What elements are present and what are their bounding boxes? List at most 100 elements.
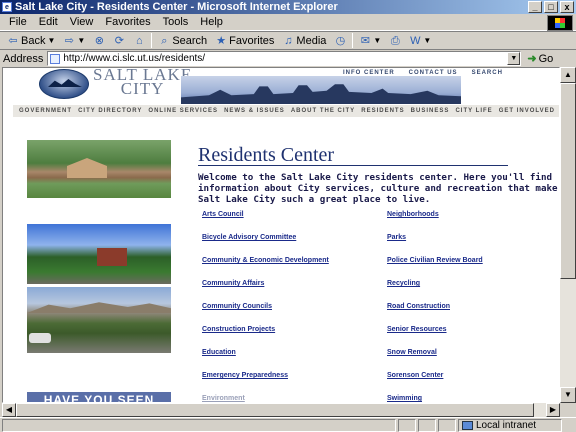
status-panel (398, 418, 416, 432)
logo-line2: CITY (120, 79, 165, 98)
link-education[interactable]: Education (202, 349, 329, 372)
print-button[interactable]: ⎙ (385, 35, 405, 47)
go-button[interactable]: ➜ Go (527, 52, 554, 66)
menu-help[interactable]: Help (194, 16, 229, 28)
minimize-button[interactable]: _ (528, 1, 542, 13)
menu-favorites[interactable]: Favorites (99, 16, 156, 28)
stop-button[interactable]: ⊗ (89, 35, 109, 47)
search-button[interactable]: ⌕ Search (154, 35, 211, 47)
page-title: Residents Center (198, 144, 335, 166)
status-text-panel (2, 418, 396, 432)
scroll-down-button[interactable]: ▼ (560, 387, 576, 403)
forward-button[interactable]: ⇨ ▼ (59, 35, 89, 47)
go-label: Go (538, 52, 554, 65)
chevron-down-icon[interactable]: ▼ (373, 36, 381, 45)
title-divider (198, 165, 508, 166)
site-header: SALT LAKE CITY INFO CENTER CONTACT US SE… (3, 68, 559, 104)
address-dropdown[interactable]: ▼ (507, 52, 521, 65)
home-icon: ⌂ (135, 34, 143, 47)
forward-arrow-icon: ⇨ (64, 34, 74, 47)
link-construction-projects[interactable]: Construction Projects (202, 326, 329, 349)
menu-tools[interactable]: Tools (157, 16, 195, 28)
link-neighborhoods[interactable]: Neighborhoods (387, 211, 483, 234)
status-panel (438, 418, 456, 432)
page-viewport: SALT LAKE CITY INFO CENTER CONTACT US SE… (2, 67, 560, 403)
intranet-zone-icon (462, 420, 473, 430)
menu-view[interactable]: View (64, 16, 100, 28)
link-police-civilian-review-board[interactable]: Police Civilian Review Board (387, 257, 483, 280)
status-bar: Local intranet (0, 417, 576, 432)
scroll-left-button[interactable]: ◀ (2, 403, 16, 417)
link-community-economic-development[interactable]: Community & Economic Development (202, 257, 329, 280)
link-arts-council[interactable]: Arts Council (202, 211, 329, 234)
top-link-info-center[interactable]: INFO CENTER (343, 70, 395, 76)
scroll-up-button[interactable]: ▲ (560, 67, 576, 83)
favorites-button[interactable]: ★ Favorites (211, 35, 278, 47)
page-icon (50, 53, 61, 64)
link-snow-removal[interactable]: Snow Removal (387, 349, 483, 372)
toolbar-separator (352, 33, 354, 48)
back-button[interactable]: ⇦ Back ▼ (3, 35, 59, 47)
link-emergency-preparedness[interactable]: Emergency Preparedness (202, 372, 329, 395)
link-parks[interactable]: Parks (387, 234, 483, 257)
link-environment[interactable]: Environment (202, 395, 329, 402)
nav-city-directory[interactable]: CITY DIRECTORY (78, 108, 142, 114)
address-url[interactable]: http://www.ci.slc.ut.us/residents/ (63, 53, 205, 64)
menu-edit[interactable]: Edit (33, 16, 64, 28)
vertical-scrollbar[interactable]: ▲ ▼ (560, 67, 576, 403)
site-logo-text[interactable]: SALT LAKE CITY (93, 68, 192, 98)
refresh-button[interactable]: ⟳ (109, 35, 129, 47)
nav-business[interactable]: BUSINESS (411, 108, 450, 114)
window-title: Salt Lake City - Residents Center - Micr… (15, 1, 338, 13)
link-swimming[interactable]: Swimming (387, 395, 483, 402)
chevron-down-icon[interactable]: ▼ (77, 36, 85, 45)
vertical-scroll-thumb[interactable] (560, 83, 576, 279)
link-road-construction[interactable]: Road Construction (387, 303, 483, 326)
menu-file[interactable]: File (3, 16, 33, 28)
link-community-affairs[interactable]: Community Affairs (202, 280, 329, 303)
mail-icon: ✉ (360, 34, 370, 47)
horizontal-scrollbar[interactable]: ◀ ▶ (2, 403, 560, 417)
chevron-down-icon[interactable]: ▼ (47, 36, 55, 45)
nav-residents[interactable]: RESIDENTS (361, 108, 404, 114)
city-seal-logo[interactable] (39, 69, 89, 99)
history-button[interactable]: ◷ (330, 35, 350, 47)
link-recycling[interactable]: Recycling (387, 280, 483, 303)
maximize-button[interactable]: □ (544, 1, 558, 13)
address-input[interactable]: http://www.ci.slc.ut.us/residents/ ▼ (47, 51, 522, 66)
scroll-right-button[interactable]: ▶ (546, 403, 560, 417)
title-bar: e Salt Lake City - Residents Center - Mi… (0, 0, 576, 14)
have-you-seen-banner[interactable]: HAVE YOU SEEN (27, 392, 171, 402)
link-bicycle-advisory-committee[interactable]: Bicycle Advisory Committee (202, 234, 329, 257)
nav-city-life[interactable]: CITY LIFE (455, 108, 492, 114)
links-column-left: Arts Council Bicycle Advisory Committee … (202, 211, 329, 402)
stop-icon: ⊗ (94, 34, 104, 47)
horizontal-scroll-thumb[interactable] (16, 403, 534, 417)
word-edit-icon: W (410, 34, 421, 47)
mail-button[interactable]: ✉ ▼ (355, 35, 385, 47)
top-link-contact-us[interactable]: CONTACT US (409, 70, 458, 76)
close-button[interactable]: x (560, 1, 574, 13)
main-nav: GOVERNMENT CITY DIRECTORY ONLINE SERVICE… (13, 105, 559, 117)
link-community-councils[interactable]: Community Councils (202, 303, 329, 326)
nav-news-issues[interactable]: NEWS & ISSUES (224, 108, 285, 114)
search-icon: ⌕ (161, 34, 168, 47)
zone-label: Local intranet (476, 419, 537, 431)
back-label: Back (21, 34, 46, 47)
link-sorenson-center[interactable]: Sorenson Center (387, 372, 483, 395)
nav-get-involved[interactable]: GET INVOLVED (499, 108, 555, 114)
nav-about-the-city[interactable]: ABOUT THE CITY (291, 108, 355, 114)
link-senior-resources[interactable]: Senior Resources (387, 326, 483, 349)
go-arrow-icon: ➜ (527, 53, 537, 65)
windows-logo-icon (547, 15, 573, 31)
top-link-search[interactable]: SEARCH (472, 70, 503, 76)
media-button[interactable]: ♫ Media (278, 35, 330, 47)
nav-government[interactable]: GOVERNMENT (19, 108, 72, 114)
address-label: Address (3, 52, 44, 65)
nav-online-services[interactable]: ONLINE SERVICES (148, 108, 218, 114)
chevron-down-icon[interactable]: ▼ (423, 36, 431, 45)
house-photo (27, 140, 171, 198)
edit-button[interactable]: W ▼ (405, 35, 435, 47)
neighborhood-photo (27, 224, 171, 284)
home-button[interactable]: ⌂ (129, 35, 149, 47)
